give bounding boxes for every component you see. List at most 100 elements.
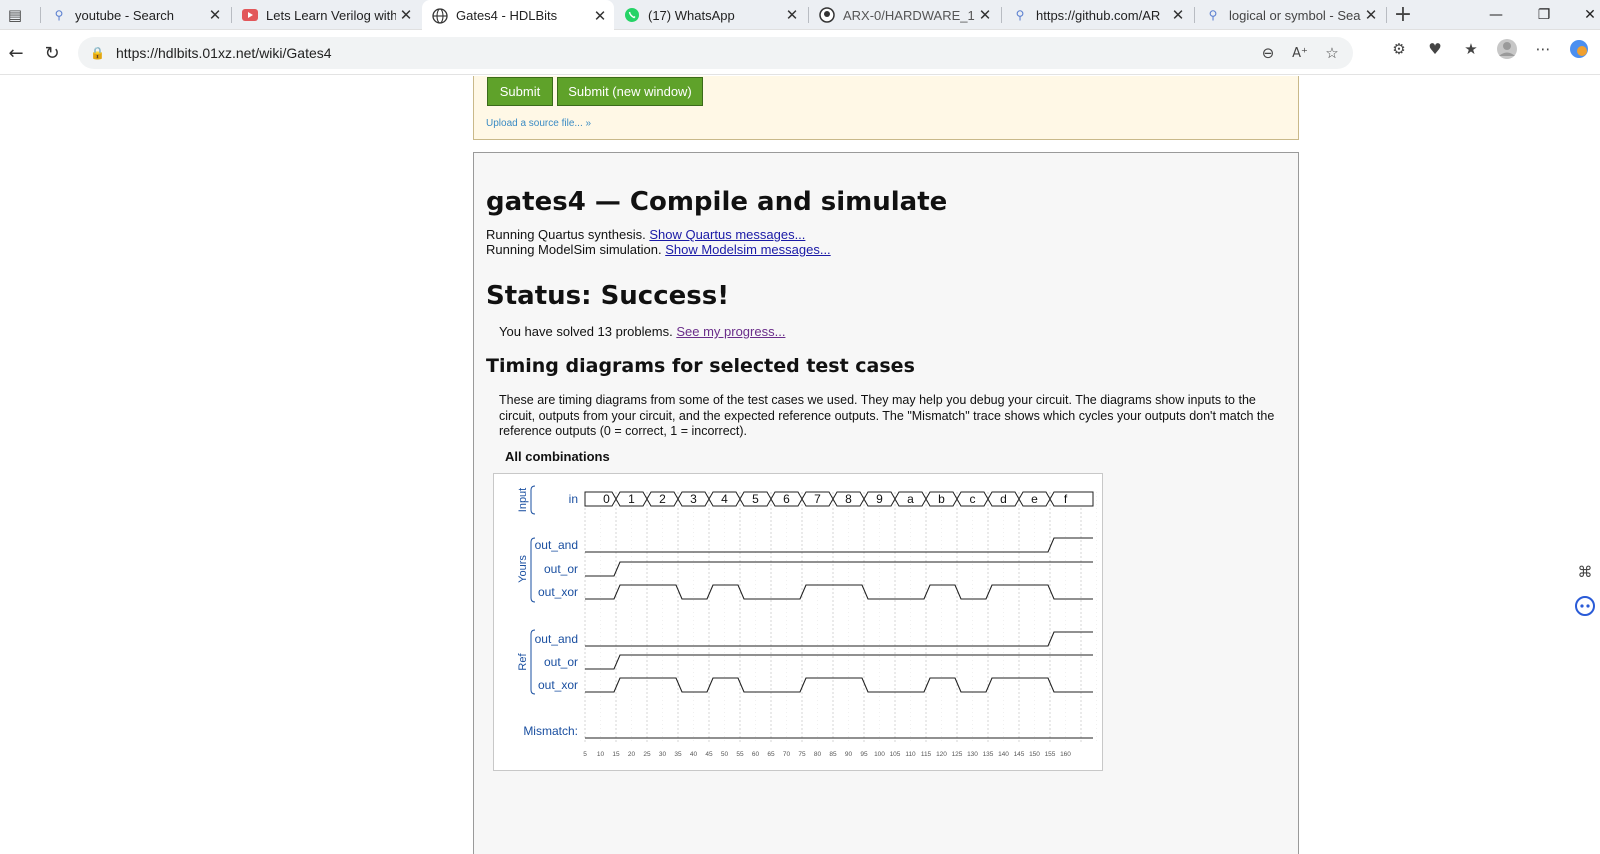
search-icon: ⚲: [54, 8, 64, 22]
tab-title: Lets Learn Verilog with: [266, 7, 396, 23]
submit-panel: Submit Submit (new window) Upload a sour…: [473, 76, 1299, 140]
group-label-ref: Ref: [517, 653, 529, 671]
signal-label-in: in: [569, 492, 578, 506]
time-tick-label: 140: [998, 751, 1009, 758]
tab-bar: ▤ ⚲ youtube - Search ✕ Lets Learn Verilo…: [0, 0, 1600, 31]
extensions-icon[interactable]: ⚙: [1388, 38, 1410, 60]
time-tick-label: 110: [905, 751, 916, 758]
new-tab-icon[interactable]: +: [1392, 2, 1414, 27]
window-close-icon[interactable]: ✕: [1566, 0, 1600, 30]
time-tick-label: 90: [845, 751, 853, 758]
browser-essentials-icon[interactable]: ♥: [1424, 38, 1446, 60]
close-icon[interactable]: ✕: [590, 7, 610, 25]
timing-diagram-svg: InputYoursRefin 0 1 2 3 4 5 6 7 8 9 a b c d e fout_andou…: [517, 485, 1097, 758]
bus-value: 7: [814, 492, 821, 506]
read-aloud-icon[interactable]: A⁺: [1289, 42, 1311, 64]
solved-line: You have solved 13 problems. See my prog…: [499, 324, 785, 339]
group-label-input: Input: [517, 488, 529, 512]
modelsim-line: Running ModelSim simulation. Show Models…: [486, 242, 831, 257]
tab-title: ARX-0/HARDWARE_10: [843, 7, 975, 23]
tab-gates4-hdlbits[interactable]: Gates4 - HDLBits ✕: [422, 0, 614, 31]
group-label-input-bracket: [530, 485, 536, 515]
zoom-out-icon[interactable]: ⊖: [1257, 42, 1279, 64]
upload-source-link[interactable]: Upload a source file... »: [486, 118, 591, 129]
status-heading: Status: Success!: [486, 281, 730, 311]
result-panel: gates4 — Compile and simulate Running Qu…: [473, 152, 1299, 854]
bus-segment: [584, 491, 617, 507]
tab-youtube-search[interactable]: ⚲ youtube - Search ✕: [41, 0, 229, 30]
minimize-icon[interactable]: —: [1472, 0, 1520, 30]
close-icon[interactable]: ✕: [782, 6, 802, 24]
profile-avatar-icon[interactable]: [1496, 38, 1518, 60]
time-tick-label: 160: [1060, 751, 1071, 758]
favorite-star-icon[interactable]: ☆: [1321, 42, 1343, 64]
bus-value: a: [907, 492, 914, 506]
more-options-icon[interactable]: ⋯: [1532, 38, 1554, 60]
bus-value: d: [1000, 492, 1007, 506]
bus-value: 4: [721, 492, 728, 506]
github-icon: [819, 7, 835, 23]
time-tick-label: 5: [583, 751, 587, 758]
close-icon[interactable]: ✕: [205, 6, 225, 24]
time-tick-label: 75: [798, 751, 806, 758]
signal-label-yours-out_xor: out_xor: [538, 585, 578, 599]
show-quartus-link[interactable]: Show Quartus messages...: [649, 227, 805, 242]
youtube-icon: [242, 7, 258, 23]
see-progress-link[interactable]: See my progress...: [676, 324, 785, 339]
globe-icon: [432, 7, 448, 24]
time-tick-label: 150: [1029, 751, 1040, 758]
bus-value: 0: [603, 492, 610, 506]
back-icon[interactable]: ←: [2, 39, 30, 67]
case-heading: All combinations: [505, 449, 610, 464]
time-tick-label: 85: [829, 751, 837, 758]
apps-grid-icon[interactable]: ⌘: [1574, 561, 1596, 583]
time-tick-label: 135: [983, 751, 994, 758]
trace-yours-out_or: [585, 561, 1093, 577]
address-bar: ← ↻ 🔒 https://hdlbits.01xz.net/wiki/Gate…: [0, 31, 1600, 75]
time-tick-label: 25: [643, 751, 651, 758]
url-field[interactable]: 🔒 https://hdlbits.01xz.net/wiki/Gates4 ⊖…: [78, 37, 1353, 69]
copilot-icon[interactable]: [1568, 38, 1590, 60]
tab-title: Gates4 - HDLBits: [456, 8, 558, 23]
search-icon: ⚲: [1015, 8, 1025, 22]
tab-title: https://github.com/AR: [1036, 7, 1161, 23]
restore-icon[interactable]: ❐: [1520, 0, 1568, 30]
time-tick-label: 65: [767, 751, 775, 758]
lock-icon: 🔒: [90, 46, 105, 60]
quartus-text: Running Quartus synthesis.: [486, 227, 646, 242]
page-content: Submit Submit (new window) Upload a sour…: [0, 76, 1600, 854]
bus-value: 2: [659, 492, 666, 506]
close-icon[interactable]: ✕: [1168, 6, 1188, 24]
tab-actions-icon[interactable]: ▤: [4, 4, 26, 26]
signal-label-ref-out_or: out_or: [544, 655, 578, 669]
time-tick-label: 145: [1014, 751, 1025, 758]
tab-logical-or-search[interactable]: ⚲ logical or symbol - Sea ✕: [1195, 0, 1385, 30]
time-tick-label: 55: [736, 751, 744, 758]
compile-title: gates4 — Compile and simulate: [486, 187, 948, 217]
time-tick-label: 15: [612, 751, 620, 758]
favorites-icon[interactable]: ★: [1460, 38, 1482, 60]
trace-yours-out_xor: [585, 584, 1093, 600]
whatsapp-icon: [624, 7, 640, 23]
refresh-icon[interactable]: ↻: [38, 39, 66, 67]
time-tick-label: 50: [721, 751, 729, 758]
timing-description: These are timing diagrams from some of t…: [499, 393, 1275, 438]
time-tick-label: 125: [952, 751, 963, 758]
time-tick-label: 35: [674, 751, 682, 758]
assistant-icon[interactable]: [1574, 595, 1596, 617]
timing-heading: Timing diagrams for selected test cases: [486, 355, 915, 377]
submit-button[interactable]: Submit: [487, 77, 553, 106]
tab-verilog-video[interactable]: Lets Learn Verilog with ✕: [232, 0, 420, 30]
show-modelsim-link[interactable]: Show Modelsim messages...: [665, 242, 830, 257]
time-tick-label: 95: [860, 751, 868, 758]
tab-github-search[interactable]: ⚲ https://github.com/AR ✕: [1002, 0, 1192, 30]
close-icon[interactable]: ✕: [975, 6, 995, 24]
tab-whatsapp[interactable]: (17) WhatsApp ✕: [614, 0, 806, 30]
time-tick-label: 40: [690, 751, 698, 758]
close-icon[interactable]: ✕: [1361, 6, 1381, 24]
tab-github-repo[interactable]: ARX-0/HARDWARE_10 ✕: [809, 0, 999, 30]
close-icon[interactable]: ✕: [396, 6, 416, 24]
submit-new-window-button[interactable]: Submit (new window): [557, 77, 703, 106]
time-tick-label: 120: [936, 751, 947, 758]
tab-separator: [1386, 7, 1387, 23]
